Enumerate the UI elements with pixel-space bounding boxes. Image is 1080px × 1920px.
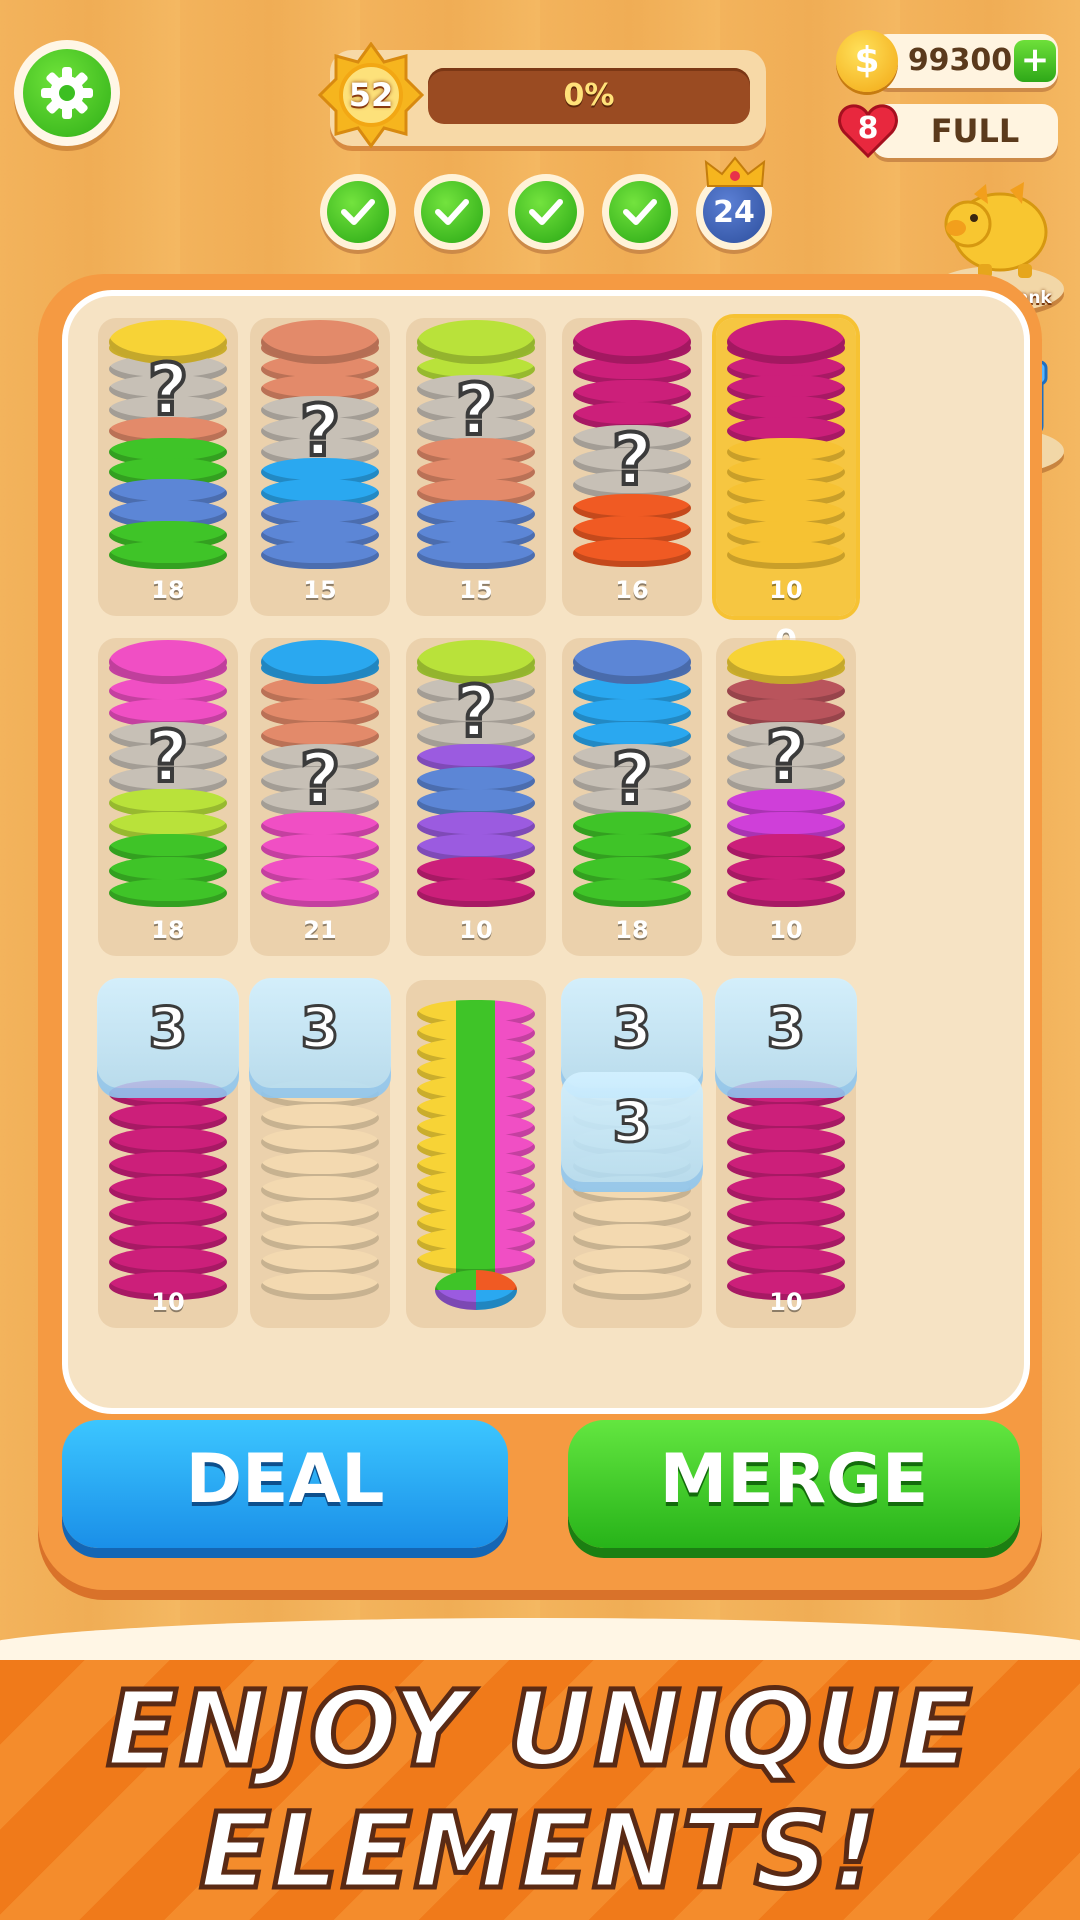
chip-top: [261, 640, 379, 684]
lives-count: 8: [857, 111, 879, 146]
stack-count: 15: [303, 576, 337, 604]
ice-count: 3: [611, 1089, 653, 1157]
settings-button[interactable]: [14, 40, 120, 146]
chip: [573, 1272, 691, 1300]
chip-stack: 33: [561, 978, 703, 1328]
question-mark-icon: ?: [298, 738, 343, 821]
stack-count: 18: [151, 916, 185, 944]
stack-count: 10: [151, 1288, 185, 1316]
question-mark-icon: ?: [610, 419, 655, 502]
chip-top: [417, 320, 535, 364]
merge-button[interactable]: MERGE: [568, 1420, 1020, 1548]
question-mark-icon: ?: [764, 715, 809, 798]
chip-stack: ? 18: [573, 638, 691, 956]
chip-stack: 3: [249, 978, 391, 1328]
chip: [261, 1272, 379, 1300]
chip-top: [573, 320, 691, 364]
level-number: 52: [348, 76, 394, 114]
coin-icon: $: [836, 30, 898, 92]
checkpoint-complete: [414, 174, 490, 250]
stack-count: 16: [615, 576, 649, 604]
chip-stack: ? 18: [109, 638, 227, 956]
chip-stack: ? 15: [417, 318, 535, 616]
lives-status: FULL: [930, 112, 1020, 150]
stack-count: 18: [615, 916, 649, 944]
chip-stack: 3 10: [97, 978, 239, 1328]
coin-balance: 99300: [907, 43, 1013, 78]
banner-title-line-1: ENJOY UNIQUE: [104, 1666, 974, 1793]
stack-count: 10: [459, 916, 493, 944]
chip: [261, 541, 379, 570]
ice-count: 3: [299, 995, 341, 1063]
chip: [727, 541, 845, 570]
final-checkpoint-number: 24: [713, 194, 755, 230]
ice-count: 3: [611, 995, 653, 1063]
ice-count: 3: [147, 995, 189, 1063]
checkmark-icon: [327, 181, 389, 243]
progress-percent: 0%: [563, 78, 615, 113]
chip-stack: [417, 980, 535, 1328]
chip-top: [109, 640, 227, 684]
chip-stack: 3 10: [715, 978, 857, 1328]
chip: [109, 541, 227, 570]
chip-top: [573, 640, 691, 684]
checkpoint-complete: [320, 174, 396, 250]
chip: [417, 541, 535, 570]
chip-top: [261, 320, 379, 364]
chip-stack: ? 15: [261, 318, 379, 616]
checkmark-icon: [515, 181, 577, 243]
stack-count: 15: [459, 576, 493, 604]
stack-count: 10: [769, 916, 803, 944]
chip: [417, 879, 535, 908]
chip-stack: ? 16: [573, 318, 691, 616]
question-mark-icon: ?: [146, 715, 191, 798]
ice-count: 3: [765, 995, 807, 1063]
stack-count: 18: [151, 576, 185, 604]
gear-icon: [23, 49, 111, 137]
chip: [573, 539, 691, 568]
question-mark-icon: ?: [454, 369, 499, 452]
stack-count: 10: [769, 1288, 803, 1316]
crown-icon: [704, 156, 766, 187]
piggy-bank-icon: [944, 182, 1048, 278]
chip: [261, 879, 379, 908]
chip-top: [727, 320, 845, 364]
chip-top: [727, 640, 845, 684]
chip-stack: ? 21: [261, 638, 379, 956]
checkmark-icon: [421, 181, 483, 243]
question-mark-icon: ?: [146, 348, 191, 431]
chip-stack: ? 10: [417, 638, 535, 956]
checkpoint-complete: [508, 174, 584, 250]
chip-stack: ? 10: [727, 638, 845, 956]
chip-stack: ? 18: [109, 318, 227, 616]
add-coins-button[interactable]: +: [1014, 40, 1056, 82]
stack-count: 21: [303, 916, 337, 944]
chip: [109, 879, 227, 908]
chip-stack: 010: [727, 318, 845, 660]
question-mark-icon: ?: [454, 670, 499, 753]
chip: [727, 879, 845, 908]
checkmark-icon: [609, 181, 671, 243]
stack-count: 10: [769, 576, 803, 604]
question-mark-icon: ?: [298, 390, 343, 473]
checkpoint-complete: [602, 174, 678, 250]
chip: [573, 879, 691, 908]
question-mark-icon: ?: [610, 738, 655, 821]
rainbow-base: [435, 1270, 517, 1310]
deal-button[interactable]: DEAL: [62, 1420, 508, 1548]
banner-title-line-2: ELEMENTS!: [197, 1788, 881, 1915]
